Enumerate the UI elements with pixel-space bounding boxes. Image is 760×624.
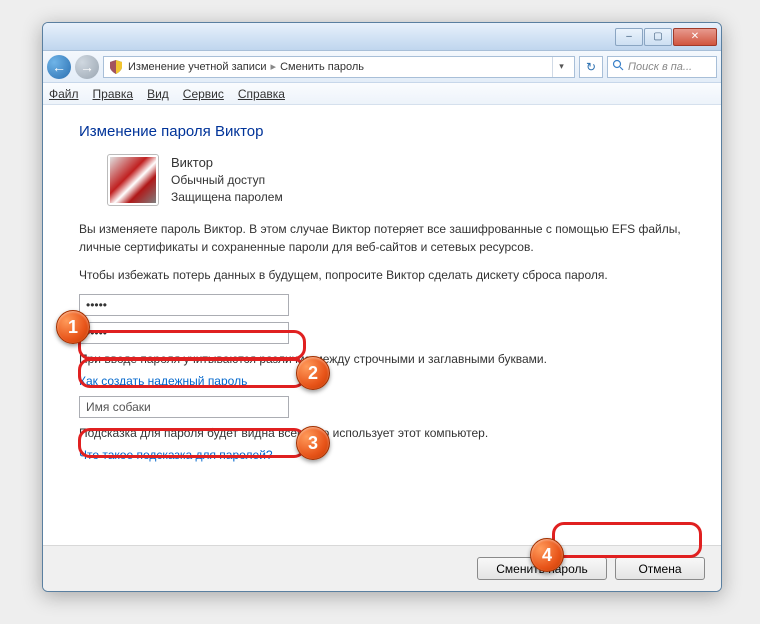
close-button[interactable]: ✕ [673,28,717,46]
link-what-is-hint[interactable]: Что такое подсказка для паролей? [79,448,273,462]
address-dropdown[interactable]: ▾ [552,57,570,77]
refresh-button[interactable]: ↻ [579,56,603,78]
user-name: Виктор [171,154,283,172]
hint-note: Подсказка для пароля будет видна всем, к… [79,424,685,442]
forward-button[interactable]: → [75,55,99,79]
menu-file[interactable]: Файл [49,87,79,101]
user-access: Обычный доступ [171,172,283,189]
content-area: Изменение пароля Виктор Виктор Обычный д… [43,105,721,482]
chevron-right-icon: ▸ [271,60,277,73]
cancel-button[interactable]: Отмена [615,557,705,580]
search-placeholder: Поиск в па... [628,61,692,73]
user-block: Виктор Обычный доступ Защищена паролем [107,154,685,206]
breadcrumb-item[interactable]: Сменить пароль [280,61,364,73]
change-password-button[interactable]: Сменить пароль [477,557,607,580]
address-bar[interactable]: Изменение учетной записи ▸ Сменить парол… [103,56,575,78]
user-protected: Защищена паролем [171,189,283,206]
maximize-button[interactable]: ▢ [644,28,672,46]
search-input[interactable]: Поиск в па... [607,56,717,78]
user-info: Виктор Обычный доступ Защищена паролем [171,154,283,206]
navbar: ← → Изменение учетной записи ▸ Сменить п… [43,51,721,83]
menu-help[interactable]: Справка [238,87,285,101]
avatar [107,154,159,206]
warning-text: Вы изменяете пароль Виктор. В этом случа… [79,220,685,256]
menu-view[interactable]: Вид [147,87,169,101]
link-strong-password[interactable]: Как создать надежный пароль [79,374,247,388]
page-title: Изменение пароля Виктор [79,123,685,140]
search-icon [612,59,624,74]
advice-text: Чтобы избежать потерь данных в будущем, … [79,266,685,284]
menu-edit[interactable]: Правка [93,87,134,101]
password-hint-field[interactable] [79,396,289,418]
back-button[interactable]: ← [47,55,71,79]
footer: Сменить пароль Отмена [43,545,721,591]
menu-tools[interactable]: Сервис [183,87,224,101]
menubar: Файл Правка Вид Сервис Справка [43,83,721,105]
shield-icon [108,59,124,75]
new-password-field[interactable] [79,294,289,316]
breadcrumb-item[interactable]: Изменение учетной записи [128,61,267,73]
window: – ▢ ✕ ← → Изменение учетной записи ▸ Сме… [42,22,722,592]
minimize-button[interactable]: – [615,28,643,46]
titlebar: – ▢ ✕ [43,23,721,51]
case-note: При вводе пароля учитываются различия ме… [79,350,685,368]
confirm-password-field[interactable] [79,322,289,344]
